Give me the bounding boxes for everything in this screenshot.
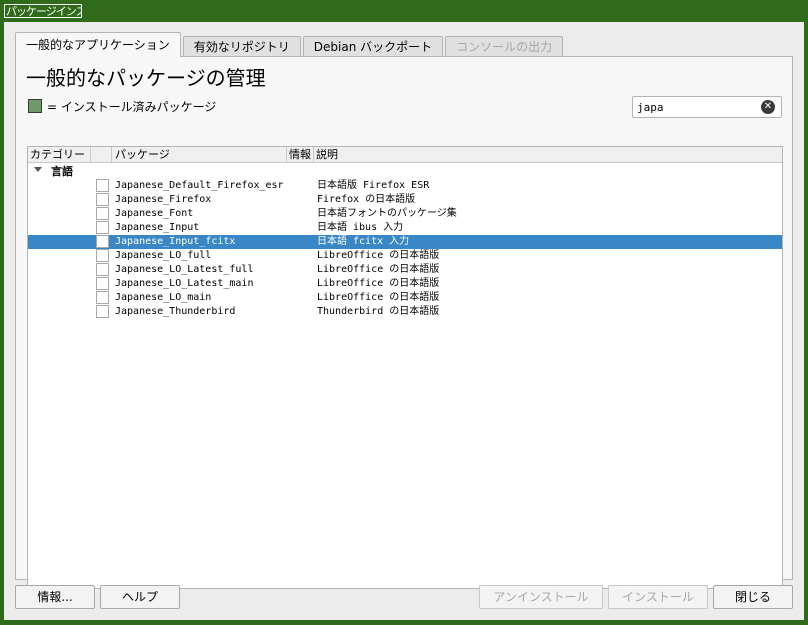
column-header-category[interactable]: カテゴリー: [28, 147, 91, 163]
package-name: Japanese_LO_main: [115, 292, 212, 303]
search-input[interactable]: japa ✕: [632, 96, 782, 118]
close-button[interactable]: 閉じる: [713, 585, 793, 609]
install-button: インストール: [608, 585, 708, 609]
client-area: 一般的なアプリケーション 有効なリポジトリ Debian バックポート コンソー…: [4, 22, 804, 620]
tab-repositories[interactable]: 有効なリポジトリ: [182, 36, 301, 57]
package-row[interactable]: Japanese_Input 日本語 ibus 入力: [28, 221, 782, 235]
package-row[interactable]: Japanese_Input_fcitx 日本語 fcitx 入力: [28, 235, 782, 249]
package-name: Japanese_Firefox: [115, 194, 212, 205]
package-description: LibreOffice の日本語版: [317, 264, 440, 275]
package-name: Japanese_Thunderbird: [115, 306, 236, 317]
package-row[interactable]: Japanese_Default_Firefox_esr 日本語版 Firefox…: [28, 179, 782, 193]
tab-debian-backports[interactable]: Debian バックポート: [302, 36, 444, 57]
clear-search-icon[interactable]: ✕: [761, 100, 775, 114]
package-name: Japanese_LO_full: [115, 250, 212, 261]
install-checkbox[interactable]: [96, 193, 109, 206]
tab-general-apps[interactable]: 一般的なアプリケーション: [15, 32, 181, 57]
install-checkbox[interactable]: [96, 221, 109, 234]
app-window: パッケージインストーラー 一般的なアプリケーション 有効なリポジトリ Debia…: [0, 0, 808, 625]
package-tree[interactable]: カテゴリー パッケージ 情報 説明 言語 Japanese_Default_Fi…: [27, 146, 783, 589]
tab-panel: 一般的なパッケージの管理 = インストール済みパッケージ japa ✕ カテゴリ…: [15, 56, 793, 589]
package-name: Japanese_Input_fcitx: [115, 236, 236, 247]
package-description: Thunderbird の日本語版: [317, 306, 440, 317]
package-description: 日本語 fcitx 入力: [317, 236, 410, 247]
package-row[interactable]: Japanese_Thunderbird Thunderbird の日本語版: [28, 305, 782, 319]
installed-legend: = インストール済みパッケージ: [28, 99, 217, 114]
legend-label: = インストール済みパッケージ: [47, 99, 217, 114]
package-row[interactable]: Japanese_LO_Latest_full LibreOffice の日本語版: [28, 263, 782, 277]
tab-console-output: コンソールの出力: [445, 36, 564, 57]
install-checkbox[interactable]: [96, 179, 109, 192]
package-name: Japanese_Input: [115, 222, 200, 233]
package-row[interactable]: Japanese_LO_full LibreOffice の日本語版: [28, 249, 782, 263]
page-title: 一般的なパッケージの管理: [26, 66, 266, 90]
package-name: Japanese_LO_Latest_main: [115, 278, 254, 289]
category-label: 言語: [51, 165, 73, 178]
package-description: 日本語 ibus 入力: [317, 222, 404, 233]
help-button[interactable]: ヘルプ: [100, 585, 180, 609]
install-checkbox[interactable]: [96, 277, 109, 290]
package-description: 日本語フォントのパッケージ集: [317, 208, 457, 219]
title-bar[interactable]: パッケージインストーラー: [0, 0, 808, 22]
install-checkbox[interactable]: [96, 263, 109, 276]
package-description: LibreOffice の日本語版: [317, 278, 440, 289]
install-checkbox[interactable]: [96, 305, 109, 318]
tab-bar: 一般的なアプリケーション 有効なリポジトリ Debian バックポート コンソー…: [15, 32, 565, 57]
column-header-info[interactable]: 情報: [287, 147, 314, 163]
tree-header: カテゴリー パッケージ 情報 説明: [28, 147, 782, 163]
column-header-package[interactable]: パッケージ: [112, 147, 287, 163]
install-checkbox[interactable]: [96, 235, 109, 248]
package-row[interactable]: Japanese_Font 日本語フォントのパッケージ集: [28, 207, 782, 221]
install-checkbox[interactable]: [96, 291, 109, 304]
window-title: パッケージインストーラー: [4, 4, 82, 18]
install-checkbox[interactable]: [96, 249, 109, 262]
package-description: Firefox の日本語版: [317, 194, 416, 205]
info-button[interactable]: 情報...: [15, 585, 95, 609]
package-row[interactable]: Japanese_Firefox Firefox の日本語版: [28, 193, 782, 207]
expand-arrow-icon[interactable]: [34, 167, 42, 172]
package-description: 日本語版 Firefox ESR: [317, 180, 430, 191]
uninstall-button: アンインストール: [479, 585, 603, 609]
search-value: japa: [637, 101, 664, 114]
installed-swatch: [28, 99, 42, 113]
install-checkbox[interactable]: [96, 207, 109, 220]
package-description: LibreOffice の日本語版: [317, 250, 440, 261]
category-row-language[interactable]: 言語: [28, 165, 782, 179]
package-description: LibreOffice の日本語版: [317, 292, 440, 303]
package-name: Japanese_Default_Firefox_esr: [115, 180, 284, 191]
package-name: Japanese_LO_Latest_full: [115, 264, 254, 275]
package-name: Japanese_Font: [115, 208, 194, 219]
column-header-description[interactable]: 説明: [314, 147, 782, 163]
column-header-check[interactable]: [91, 147, 112, 163]
package-row[interactable]: Japanese_LO_main LibreOffice の日本語版: [28, 291, 782, 305]
package-row[interactable]: Japanese_LO_Latest_main LibreOffice の日本語版: [28, 277, 782, 291]
